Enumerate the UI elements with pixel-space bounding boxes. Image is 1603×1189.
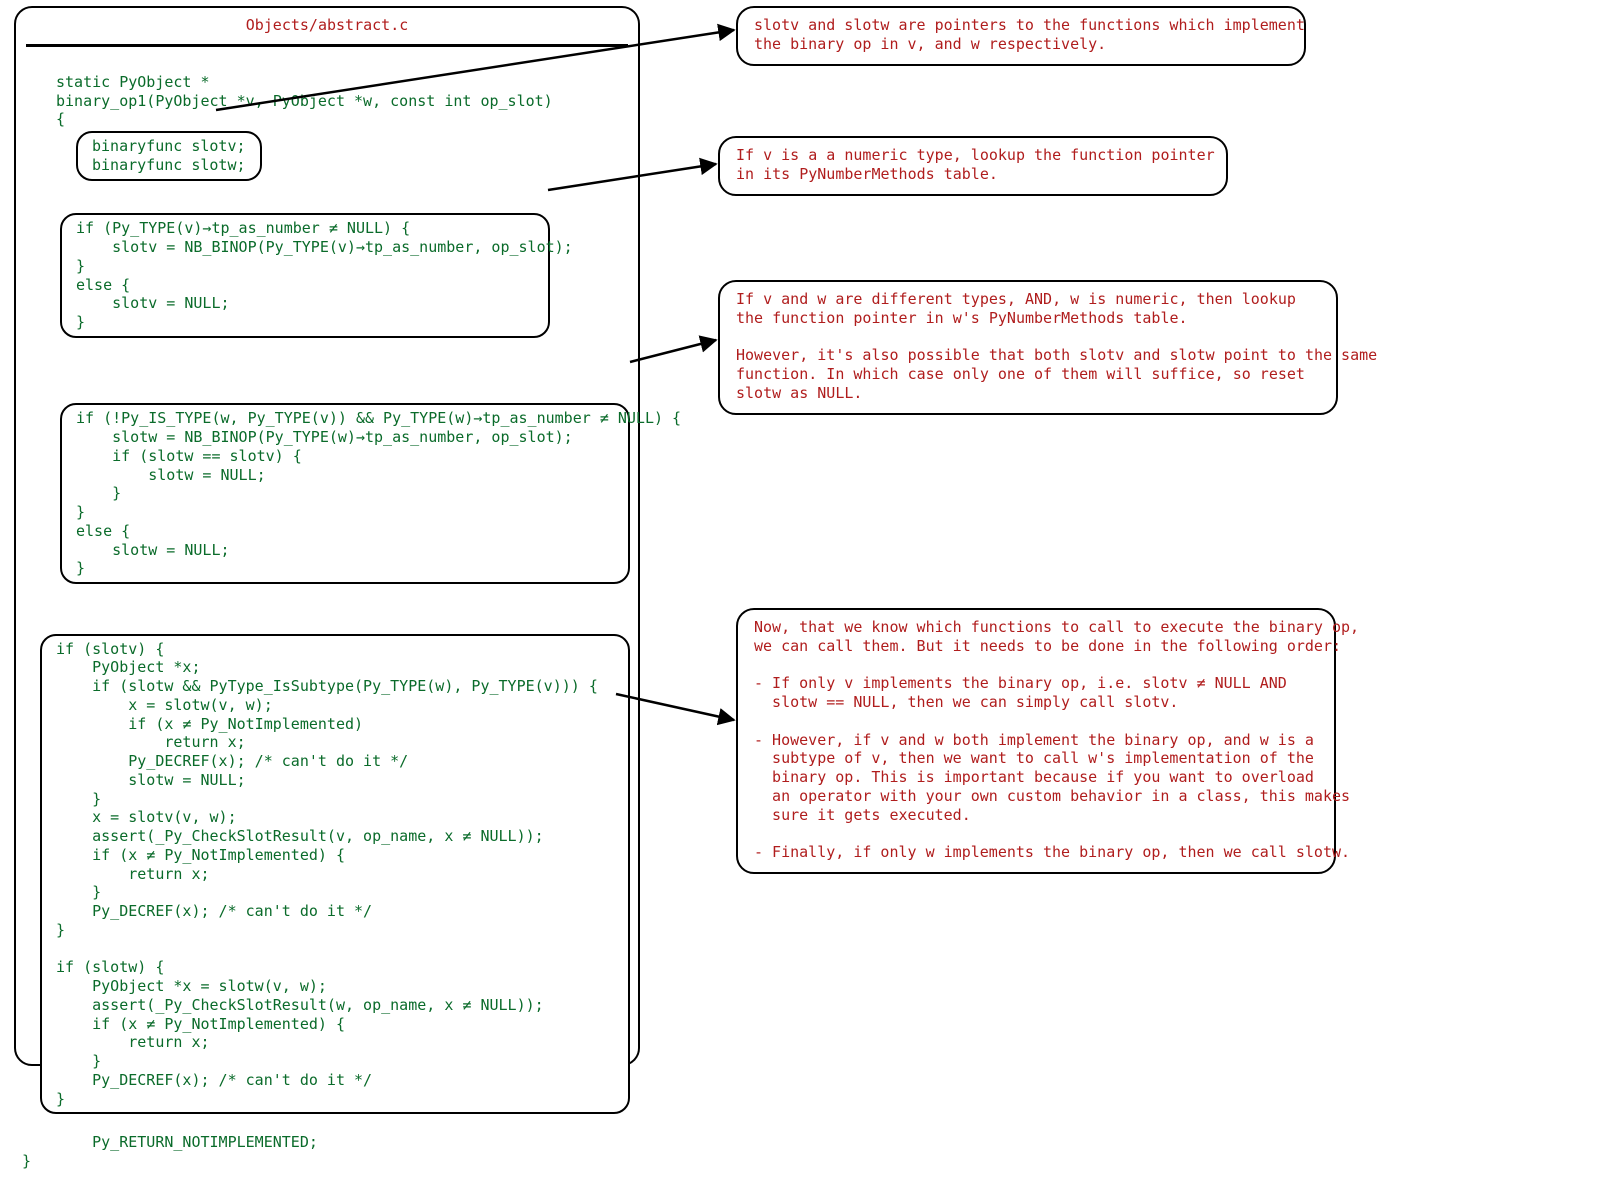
annotation-w-numeric: If v and w are different types, AND, w i… xyxy=(718,280,1338,415)
code-block-slot-decls: binaryfunc slotv; binaryfunc slotw; xyxy=(76,131,262,181)
diagram-canvas: Objects/abstract.c static PyObject * bin… xyxy=(0,0,1603,1071)
code-line: } xyxy=(22,1152,31,1170)
code-line: binary_op1(PyObject *v, PyObject *w, con… xyxy=(56,92,553,110)
annotation-v-numeric: If v is a a numeric type, lookup the fun… xyxy=(718,136,1228,196)
file-title: Objects/abstract.c xyxy=(26,16,628,35)
code-block-slotw-lookup: if (!Py_IS_TYPE(w, Py_TYPE(v)) && Py_TYP… xyxy=(60,403,630,584)
arrow-slotw-to-anno3 xyxy=(630,340,716,362)
code-panel: Objects/abstract.c static PyObject * bin… xyxy=(14,6,640,1066)
code-block-dispatch: if (slotv) { PyObject *x; if (slotw && P… xyxy=(40,634,630,1115)
code-block-slotv-lookup: if (Py_TYPE(v)→tp_as_number ≠ NULL) { sl… xyxy=(60,213,550,338)
code-line: { xyxy=(56,110,65,128)
code-body: static PyObject * binary_op1(PyObject *v… xyxy=(56,54,620,1189)
code-line: Py_RETURN_NOTIMPLEMENTED; xyxy=(92,1133,318,1151)
title-divider xyxy=(26,44,628,47)
annotation-slotv-slotw: slotv and slotw are pointers to the func… xyxy=(736,6,1306,66)
code-line: static PyObject * xyxy=(56,73,210,91)
annotation-dispatch: Now, that we know which functions to cal… xyxy=(736,608,1336,874)
